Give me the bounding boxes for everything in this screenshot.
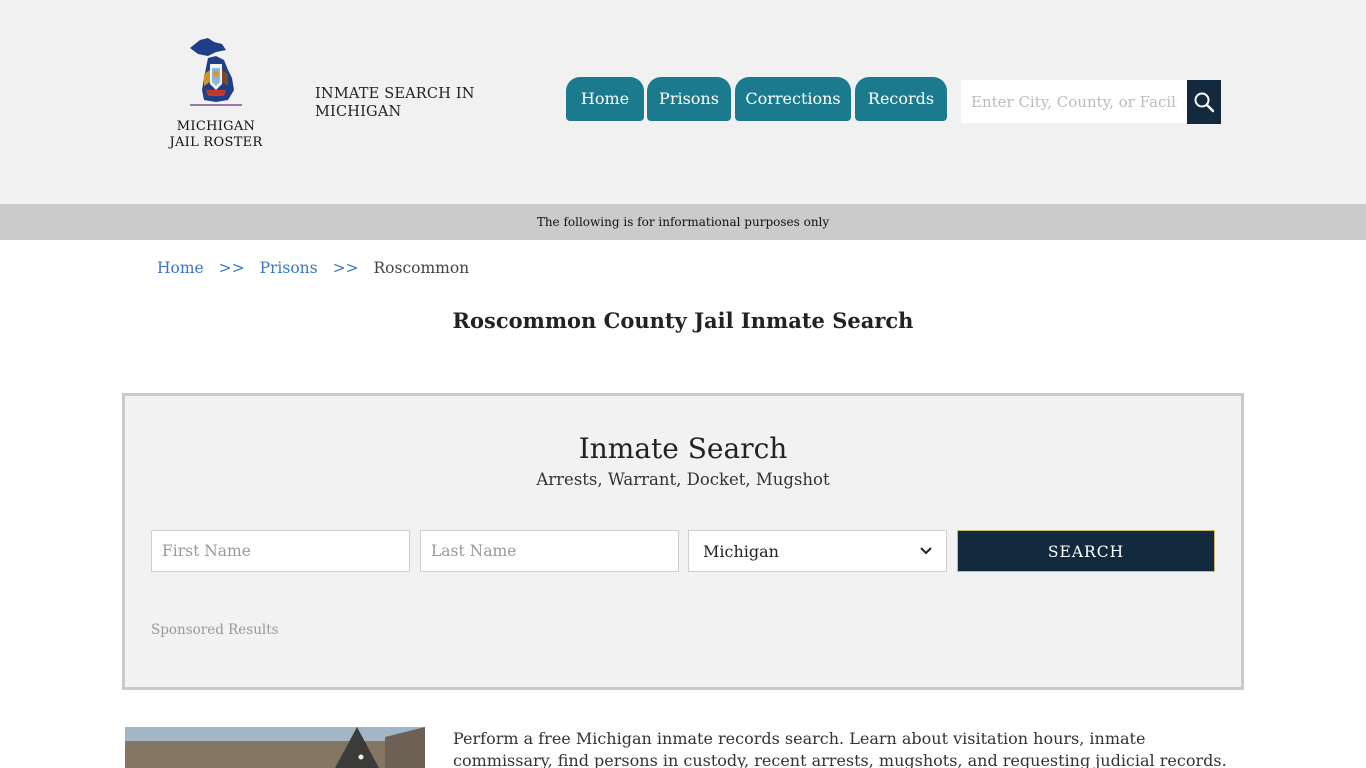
intro-paragraph: Perform a free Michigan inmate records s… <box>453 729 1227 768</box>
site-header: MICHIGAN JAIL ROSTER INMATE SEARCH IN MI… <box>0 0 1366 204</box>
michigan-map-icon <box>190 38 242 106</box>
search-panel-subtitle: Arrests, Warrant, Docket, Mugshot <box>536 470 830 489</box>
nav-records[interactable]: Records <box>855 77 947 121</box>
state-select-value: Michigan <box>703 541 779 561</box>
logo-line1: MICHIGAN <box>176 119 256 134</box>
logo-text: MICHIGAN JAIL ROSTER <box>168 119 264 151</box>
state-select[interactable]: Michigan <box>688 530 947 572</box>
nav-prisons[interactable]: Prisons <box>647 77 731 121</box>
breadcrumb-separator: >> <box>332 259 359 277</box>
chevron-down-icon <box>920 547 932 555</box>
page-title: Roscommon County Jail Inmate Search <box>452 308 914 333</box>
nav-corrections[interactable]: Corrections <box>735 77 851 121</box>
building-photo-icon <box>125 727 425 768</box>
facility-search-button[interactable] <box>1187 80 1221 124</box>
site-logo[interactable]: MICHIGAN JAIL ROSTER <box>168 34 268 154</box>
first-name-input[interactable] <box>151 530 410 572</box>
breadcrumb: Home >> Prisons >> Roscommon <box>157 257 469 279</box>
inmate-search-panel: Inmate Search Arrests, Warrant, Docket, … <box>122 393 1244 690</box>
logo-line2: JAIL ROSTER <box>169 135 263 150</box>
facility-search-input[interactable] <box>961 80 1187 123</box>
jail-photo <box>125 727 425 768</box>
breadcrumb-home[interactable]: Home <box>157 259 204 277</box>
info-bar: The following is for informational purpo… <box>0 204 1366 240</box>
site-tagline: INMATE SEARCH IN MICHIGAN <box>315 86 475 120</box>
inmate-search-button[interactable]: SEARCH <box>957 530 1215 572</box>
breadcrumb-prisons[interactable]: Prisons <box>260 259 318 277</box>
breadcrumb-separator: >> <box>218 259 245 277</box>
last-name-input[interactable] <box>420 530 679 572</box>
search-panel-title: Inmate Search <box>578 432 788 465</box>
sponsored-results-label: Sponsored Results <box>151 622 279 638</box>
nav-home[interactable]: Home <box>566 77 644 121</box>
breadcrumb-current: Roscommon <box>373 259 470 277</box>
search-icon <box>1194 92 1215 113</box>
